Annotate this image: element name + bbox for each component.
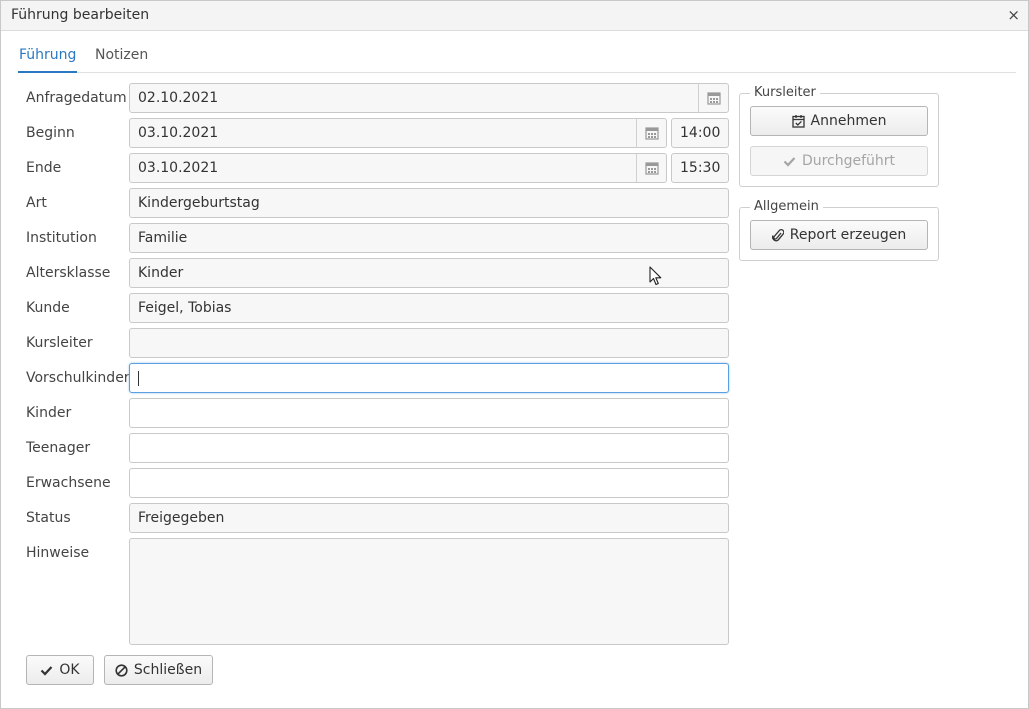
ende-label: Ende <box>26 160 62 176</box>
teenager-field[interactable] <box>129 433 729 463</box>
dialog-title: Führung bearbeiten <box>11 7 150 23</box>
schliessen-button-label: Schließen <box>133 662 203 678</box>
altersklasse-field[interactable]: Kinder <box>129 258 729 288</box>
kursleiter-field[interactable] <box>129 328 729 358</box>
erwachsene-field[interactable] <box>129 468 729 498</box>
active-tab-indicator <box>18 71 77 73</box>
altersklasse-label: Altersklasse <box>26 265 111 281</box>
art-label: Art <box>26 195 47 211</box>
report-erzeugen-button[interactable]: Report erzeugen <box>750 220 928 250</box>
beginn-date-value: 03.10.2021 <box>138 125 219 141</box>
mouse-pointer-icon <box>649 266 663 291</box>
paperclip-icon <box>771 228 784 242</box>
ban-icon <box>115 663 128 677</box>
dialog-titlebar: Führung bearbeiten × <box>1 1 1028 31</box>
check-icon <box>40 665 53 676</box>
institution-field[interactable]: Familie <box>129 223 729 253</box>
beginn-date-field[interactable]: 03.10.2021 <box>129 118 667 148</box>
hinweise-textarea[interactable] <box>129 538 729 645</box>
anfragedatum-value: 02.10.2021 <box>138 90 219 106</box>
erwachsene-label: Erwachsene <box>26 475 111 491</box>
beginn-label: Beginn <box>26 125 75 141</box>
kinder-field[interactable] <box>129 398 729 428</box>
vorschulkinder-label: Vorschulkinder <box>26 370 130 386</box>
ende-date-field[interactable]: 03.10.2021 <box>129 153 667 183</box>
ok-button-label: OK <box>59 662 80 678</box>
ende-time-value: 15:30 <box>680 160 721 176</box>
teenager-label: Teenager <box>26 440 91 456</box>
calendar-icon[interactable] <box>636 118 667 148</box>
altersklasse-value: Kinder <box>138 265 184 281</box>
tab-notizen[interactable]: Notizen <box>95 47 148 63</box>
anfragedatum-label: Anfragedatum <box>26 90 127 106</box>
ende-time-field[interactable]: 15:30 <box>671 153 729 183</box>
tab-fuehrung[interactable]: Führung <box>19 47 76 63</box>
dialog: Führung bearbeiten × Führung Notizen Anf… <box>0 0 1029 709</box>
vorschulkinder-field[interactable] <box>129 363 729 393</box>
check-icon <box>783 156 796 167</box>
ende-date-value: 03.10.2021 <box>138 160 219 176</box>
ok-button[interactable]: OK <box>26 655 94 685</box>
hinweise-label: Hinweise <box>26 545 90 561</box>
calendar-check-icon <box>791 114 805 128</box>
art-field[interactable]: Kindergeburtstag <box>129 188 729 218</box>
institution-label: Institution <box>26 230 97 246</box>
allgemein-group-legend: Allgemein <box>750 199 823 214</box>
close-icon[interactable]: × <box>1007 6 1020 24</box>
status-field[interactable]: Freigegeben <box>129 503 729 533</box>
beginn-time-value: 14:00 <box>680 125 721 141</box>
kursleiter-group-legend: Kursleiter <box>750 85 820 100</box>
calendar-icon[interactable] <box>636 153 667 183</box>
art-value: Kindergeburtstag <box>138 195 260 211</box>
annehmen-button[interactable]: Annehmen <box>750 106 928 136</box>
kinder-label: Kinder <box>26 405 72 421</box>
annehmen-button-label: Annehmen <box>810 113 887 129</box>
anfragedatum-field[interactable]: 02.10.2021 <box>129 83 729 113</box>
kunde-field[interactable]: Feigel, Tobias <box>129 293 729 323</box>
kursleiter-label: Kursleiter <box>26 335 93 351</box>
report-erzeugen-button-label: Report erzeugen <box>789 227 907 243</box>
text-caret <box>138 371 139 386</box>
calendar-icon[interactable] <box>698 83 729 113</box>
beginn-time-field[interactable]: 14:00 <box>671 118 729 148</box>
institution-value: Familie <box>138 230 188 246</box>
durchgefuehrt-button[interactable]: Durchgeführt <box>750 146 928 176</box>
kunde-value: Feigel, Tobias <box>138 300 232 316</box>
durchgefuehrt-button-label: Durchgeführt <box>801 153 896 169</box>
status-value: Freigegeben <box>138 510 225 526</box>
schliessen-button[interactable]: Schließen <box>104 655 213 685</box>
kunde-label: Kunde <box>26 300 70 316</box>
tab-divider <box>18 72 1016 73</box>
status-label: Status <box>26 510 71 526</box>
